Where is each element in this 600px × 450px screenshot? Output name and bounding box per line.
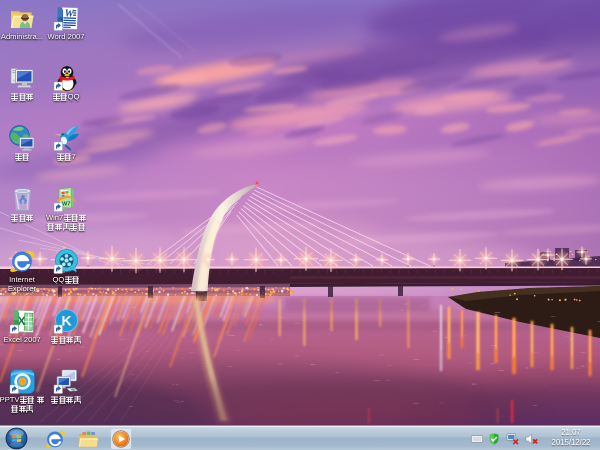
svg-text:K: K [61,313,71,329]
svg-text:W7: W7 [62,202,70,208]
